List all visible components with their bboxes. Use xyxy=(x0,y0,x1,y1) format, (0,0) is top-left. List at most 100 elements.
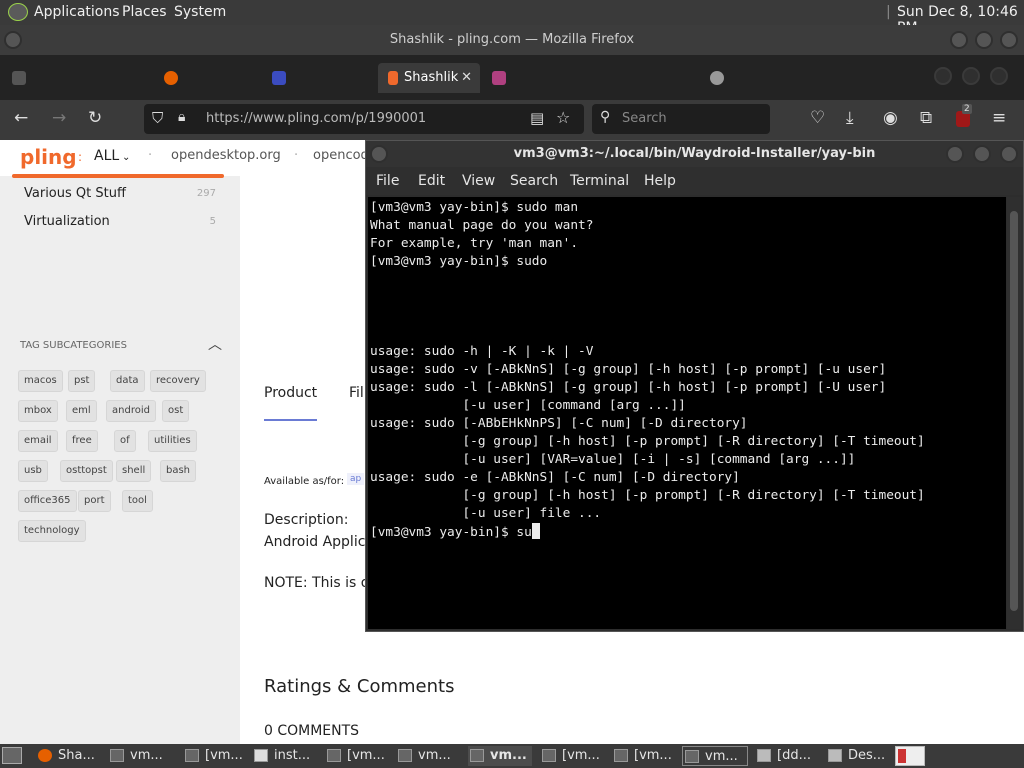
tag-chip[interactable]: mbox xyxy=(18,400,58,422)
menu-places[interactable]: Places xyxy=(122,4,167,20)
tag-chip[interactable]: ost xyxy=(162,400,190,422)
nav-link-opencode[interactable]: opencod xyxy=(313,148,369,163)
pling-logo[interactable]: pling xyxy=(20,145,77,169)
available-chip[interactable]: ap xyxy=(347,473,365,485)
show-desktop-icon[interactable] xyxy=(2,747,22,764)
reader-icon[interactable]: ▤ xyxy=(530,109,544,127)
pocket-icon[interactable]: ♡ xyxy=(810,108,825,128)
terminal-output[interactable]: [vm3@vm3 yay-bin]$ sudo man What manual … xyxy=(368,197,1006,629)
tab-close-icon[interactable]: ✕ xyxy=(461,63,472,93)
download-icon[interactable]: ⤓ xyxy=(846,108,854,128)
maximize-button[interactable] xyxy=(975,31,993,49)
terminal-scrollbar[interactable] xyxy=(1007,197,1021,629)
tag-chip[interactable]: email xyxy=(18,430,58,452)
task-file-manager[interactable]: [dd... xyxy=(755,746,821,766)
tab-toolbar-icon[interactable] xyxy=(990,67,1008,85)
tag-chip[interactable]: technology xyxy=(18,520,86,542)
menu-applications[interactable]: Applications xyxy=(34,4,120,20)
tab-1[interactable] xyxy=(12,63,152,93)
tab-3[interactable] xyxy=(272,63,372,93)
tab-5[interactable] xyxy=(492,63,592,93)
search-box[interactable]: ⚲ Search xyxy=(592,104,770,134)
terminal-menu-terminal[interactable]: Terminal xyxy=(570,173,629,189)
task-editor[interactable]: inst... xyxy=(252,746,318,766)
tab-7[interactable] xyxy=(710,63,810,93)
tag-chip[interactable]: recovery xyxy=(150,370,206,392)
pling-nav: pling : ALL ⌄ xyxy=(10,144,130,174)
reload-icon[interactable]: ↻ xyxy=(88,108,102,128)
menu-system[interactable]: System xyxy=(174,4,226,20)
task-terminal[interactable]: vm... xyxy=(108,746,174,766)
category-item-virtualization[interactable]: Virtualization 5 xyxy=(24,214,216,229)
task-terminal[interactable]: [vm... xyxy=(325,746,391,766)
lock-icon[interactable]: 🔒︎ xyxy=(178,109,185,125)
shield-icon[interactable]: ⛉ xyxy=(152,109,163,127)
tag-chip[interactable]: usb xyxy=(18,460,48,482)
task-terminal[interactable]: vm... xyxy=(682,746,748,766)
close-button[interactable] xyxy=(1000,31,1018,49)
window-menu-button[interactable] xyxy=(4,31,22,49)
tag-chip[interactable]: eml xyxy=(66,400,97,422)
terminal-menu-view[interactable]: View xyxy=(462,173,495,189)
tag-chip[interactable]: android xyxy=(106,400,156,422)
forward-icon[interactable]: → xyxy=(52,108,66,128)
extensions-icon[interactable]: ⧉ xyxy=(920,108,932,128)
category-label: Virtualization xyxy=(24,214,110,229)
terminal-scrollbar-thumb[interactable] xyxy=(1010,211,1018,611)
tab-active[interactable]: Shashlik ✕ xyxy=(378,63,480,93)
chevron-down-icon[interactable]: ⌄ xyxy=(122,152,130,163)
terminal-line: What manual page do you want? xyxy=(370,218,594,233)
tag-chip[interactable]: bash xyxy=(160,460,197,482)
task-desktop[interactable]: Des... xyxy=(826,746,892,766)
task-label: Sha... xyxy=(58,748,95,763)
terminal-menu-search[interactable]: Search xyxy=(510,173,558,189)
tab-product[interactable]: Product xyxy=(264,385,317,401)
bookmark-star-icon[interactable]: ☆ xyxy=(556,108,570,127)
tag-chip[interactable]: tool xyxy=(122,490,153,512)
tag-chip[interactable]: of xyxy=(114,430,136,452)
terminal-menu-edit[interactable]: Edit xyxy=(418,173,445,189)
task-terminal-active[interactable]: vm... xyxy=(468,746,532,766)
tab-2[interactable] xyxy=(164,63,264,93)
account-icon[interactable]: ◉ xyxy=(883,108,898,128)
all-dropdown[interactable]: ALL xyxy=(94,148,119,164)
tag-chip[interactable]: port xyxy=(78,490,111,512)
terminal-icon xyxy=(542,749,556,762)
app-logo-icon[interactable] xyxy=(8,3,28,21)
tag-chip[interactable]: pst xyxy=(68,370,96,392)
menu-icon[interactable]: ≡ xyxy=(992,108,1006,128)
tag-chip[interactable]: free xyxy=(66,430,98,452)
chevron-up-icon[interactable]: ︿ xyxy=(208,334,222,354)
search-placeholder[interactable]: Search xyxy=(622,111,667,126)
tag-chip[interactable]: macos xyxy=(18,370,63,392)
terminal-titlebar: vm3@vm3:~/.local/bin/Waydroid-Installer/… xyxy=(366,141,1023,167)
task-terminal[interactable]: vm... xyxy=(396,746,462,766)
terminal-window-menu-button[interactable] xyxy=(370,145,388,163)
url-text[interactable]: https://www.pling.com/p/1990001 xyxy=(206,111,426,126)
back-icon[interactable]: ← xyxy=(14,108,28,128)
tag-chip[interactable]: utilities xyxy=(148,430,197,452)
tag-chip[interactable]: office365 xyxy=(18,490,77,512)
nav-link-opendesktop[interactable]: opendesktop.org xyxy=(171,148,281,163)
task-terminal[interactable]: [vm... xyxy=(540,746,606,766)
tag-chip[interactable]: shell xyxy=(116,460,152,482)
tab-toolbar-icon[interactable] xyxy=(962,67,980,85)
tag-chip[interactable]: osttopst xyxy=(60,460,113,482)
terminal-minimize-button[interactable] xyxy=(946,145,964,163)
workspace-switcher[interactable] xyxy=(895,746,925,766)
tab-favicon-icon xyxy=(12,70,26,85)
tab-6[interactable] xyxy=(600,63,700,93)
task-terminal[interactable]: [vm... xyxy=(183,746,249,766)
tab-files[interactable]: Fil xyxy=(349,385,364,401)
task-terminal[interactable]: [vm... xyxy=(612,746,678,766)
minimize-button[interactable] xyxy=(950,31,968,49)
terminal-menu-file[interactable]: File xyxy=(376,173,399,189)
category-item-various-qt[interactable]: Various Qt Stuff 297 xyxy=(24,186,216,201)
task-firefox[interactable]: Sha... xyxy=(36,746,102,766)
terminal-maximize-button[interactable] xyxy=(973,145,991,163)
tab-list-icon[interactable] xyxy=(934,67,952,85)
terminal-menu-help[interactable]: Help xyxy=(644,173,676,189)
tag-chip[interactable]: data xyxy=(110,370,145,392)
url-bar[interactable]: ⛉ 🔒︎ https://www.pling.com/p/1990001 ▤ ☆ xyxy=(144,104,584,134)
terminal-close-button[interactable] xyxy=(1000,145,1018,163)
